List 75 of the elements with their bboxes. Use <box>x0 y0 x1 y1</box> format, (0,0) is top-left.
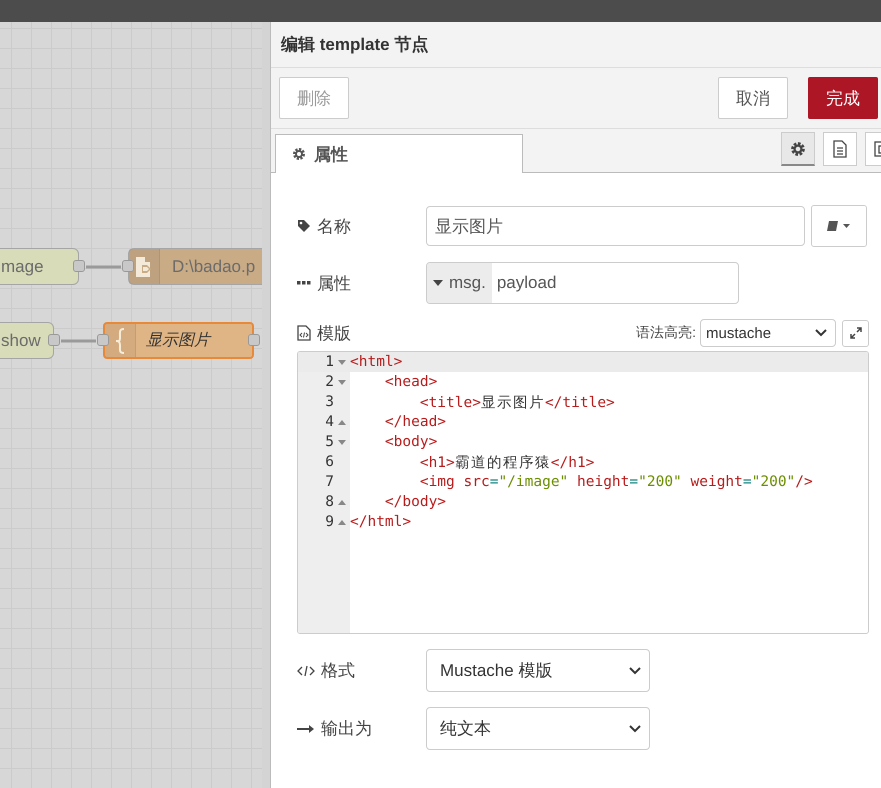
fold-toggle[interactable] <box>338 438 346 446</box>
chevron-icon <box>629 724 641 732</box>
panel-title: 编辑 template 节点 <box>271 22 881 68</box>
code-line: </head> <box>384 414 446 430</box>
field-label: 名称 <box>317 216 351 238</box>
settings-tab[interactable] <box>781 132 815 166</box>
line-number: 6 <box>324 454 334 470</box>
code-line: <html> <box>350 354 402 370</box>
properties-tab[interactable]: 属性 <box>275 134 523 173</box>
input-port[interactable] <box>122 260 134 272</box>
code-line: <img src="/image" height="200" weight="200"/> <box>418 474 813 490</box>
wire <box>86 266 121 268</box>
line-number: 1 <box>324 354 334 370</box>
code-line: <head> <box>384 374 438 390</box>
fold-toggle[interactable] <box>338 378 346 386</box>
line-number: 8 <box>324 494 334 510</box>
syntax-label: 语法高亮: <box>636 324 696 342</box>
output-port[interactable] <box>248 334 260 346</box>
type-selector[interactable]: msg. <box>427 263 492 303</box>
node-label: show <box>0 330 41 350</box>
file-icon <box>134 254 154 278</box>
line-number: 2 <box>324 374 334 390</box>
output-port[interactable] <box>73 260 85 272</box>
arrow-right-icon <box>297 724 315 734</box>
code-file-icon <box>297 325 311 341</box>
code-icon <box>297 664 315 676</box>
fold-toggle[interactable] <box>338 498 346 506</box>
tag-icon <box>297 219 311 233</box>
node-label: mage <box>0 256 44 276</box>
node-label: D:\badao.p <box>171 256 256 276</box>
wire <box>61 340 96 342</box>
code-editor[interactable]: 1 <html> 2 <head> 3 <title>显示图片</title> 4 </head> 5 <body> 6 <h1>霸道的程序猿</h1> 7 <img src="/image" height="200" weight="200"/> 8 </body> 9 </html> <box>297 351 869 634</box>
output-select[interactable]: 纯文本 <box>426 707 650 750</box>
cancel-button[interactable]: 取消 <box>718 77 788 119</box>
input-port[interactable] <box>97 334 109 346</box>
done-button[interactable]: 完成 <box>808 77 878 119</box>
format-select[interactable]: Mustache 模版 <box>426 649 650 692</box>
expand-button[interactable] <box>842 320 869 346</box>
config-button[interactable] <box>811 205 867 247</box>
flow-node[interactable]: show <box>0 322 54 359</box>
code-line: </html> <box>350 514 412 530</box>
document-tab[interactable] <box>823 132 857 166</box>
line-number: 5 <box>324 434 334 450</box>
chevron-icon <box>629 666 641 674</box>
code-line: <title>显示图片</title> <box>418 394 615 412</box>
field-label: 输出为 <box>321 718 372 740</box>
name-input[interactable]: 显示图片 <box>426 206 805 246</box>
flow-node[interactable]: 显示图片 <box>103 322 254 359</box>
field-label: 格式 <box>321 660 355 682</box>
fold-toggle[interactable] <box>338 418 346 426</box>
property-input[interactable]: msg. payload <box>426 262 739 304</box>
code-line: <body> <box>384 434 438 450</box>
syntax-select[interactable]: mustache <box>700 319 836 347</box>
document-icon <box>832 140 848 158</box>
field-label: 模版 <box>317 322 351 344</box>
caret-icon <box>433 280 443 286</box>
line-number: 7 <box>324 474 334 490</box>
line-number: 4 <box>324 414 334 430</box>
splitter-handle[interactable] <box>262 22 271 788</box>
code-line: </body> <box>384 494 446 510</box>
fold-toggle[interactable] <box>338 518 346 526</box>
code-line: <h1>霸道的程序猿</h1> <box>418 454 594 472</box>
fold-toggle[interactable] <box>338 358 346 366</box>
output-port[interactable] <box>48 334 60 346</box>
line-number: 9 <box>324 514 334 530</box>
ellipsis-icon <box>297 281 311 285</box>
flow-node[interactable]: mage <box>0 248 79 285</box>
node-label: 显示图片 <box>145 330 210 351</box>
chevron-icon <box>815 329 827 337</box>
gear-icon <box>790 140 806 156</box>
line-number: 3 <box>324 394 334 410</box>
brace-icon <box>114 328 126 354</box>
field-label: 属性 <box>317 272 351 294</box>
gear-icon <box>292 147 306 161</box>
expand-icon <box>850 327 862 339</box>
